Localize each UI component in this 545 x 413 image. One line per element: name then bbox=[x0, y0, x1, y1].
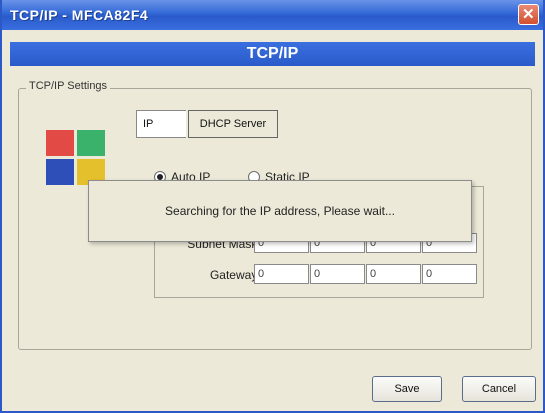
tcpip-logo-icon bbox=[46, 130, 106, 186]
gateway-label: Gateway : bbox=[209, 268, 264, 282]
searching-popup: Searching for the IP address, Please wai… bbox=[88, 180, 472, 242]
gateway-octet-1[interactable]: 0 bbox=[254, 264, 309, 284]
tab-dhcp-server[interactable]: DHCP Server bbox=[188, 110, 278, 138]
tcpip-dialog-window: TCP/IP - MFCA82F4 ✕ TCP/IP TCP/IP Settin… bbox=[0, 0, 545, 413]
gateway-octet-2[interactable]: 0 bbox=[310, 264, 365, 284]
group-legend: TCP/IP Settings bbox=[26, 80, 111, 92]
cancel-button[interactable]: Cancel bbox=[462, 376, 536, 402]
window-title: TCP/IP - MFCA82F4 bbox=[10, 7, 149, 23]
section-banner: TCP/IP bbox=[10, 42, 535, 66]
tab-ip[interactable]: IP bbox=[136, 110, 186, 138]
close-button[interactable]: ✕ bbox=[518, 4, 539, 25]
title-bar[interactable]: TCP/IP - MFCA82F4 ✕ bbox=[2, 0, 543, 30]
save-button[interactable]: Save bbox=[372, 376, 442, 402]
gateway-octet-4[interactable]: 0 bbox=[422, 264, 477, 284]
close-icon: ✕ bbox=[521, 6, 536, 23]
gateway-octet-3[interactable]: 0 bbox=[366, 264, 421, 284]
popup-message: Searching for the IP address, Please wai… bbox=[165, 204, 395, 218]
